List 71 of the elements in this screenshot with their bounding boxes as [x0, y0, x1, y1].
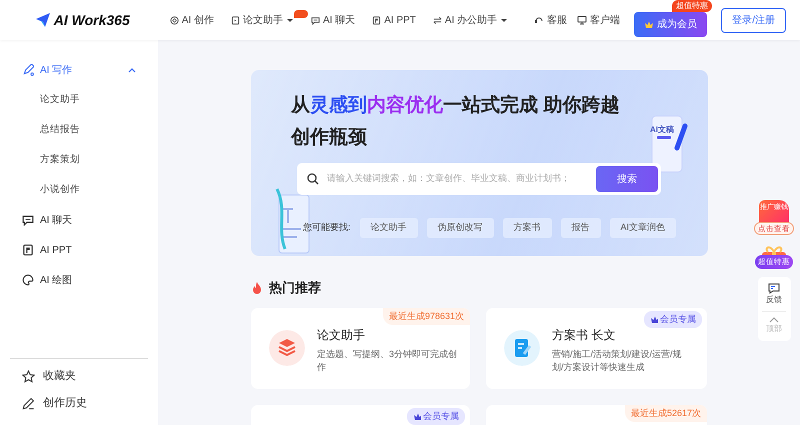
promo-badge: 超值特惠	[672, 0, 712, 12]
hot-badge-icon	[294, 10, 308, 18]
headset-icon	[534, 15, 544, 25]
crown-icon	[413, 412, 421, 420]
feature-card[interactable]: 方案书 长文 营销/施工/活动策划/建设/运营/规划/方案设计等快速生成 会员专属	[486, 308, 707, 388]
swap-icon	[432, 16, 442, 24]
suggestion-chip[interactable]: 报告	[560, 218, 601, 238]
search-button[interactable]: 搜索	[596, 166, 658, 192]
logo-icon	[35, 12, 51, 28]
feature-card[interactable]: 会员专属	[251, 404, 470, 425]
hero-title: 从灵感到内容优化一站式完成 助你跨越创作瓶颈	[291, 94, 620, 150]
section-title: 热门推荐	[269, 279, 321, 297]
crown-icon	[644, 20, 654, 30]
layers-icon	[269, 330, 305, 366]
pen-icon	[22, 64, 34, 76]
chat-icon	[310, 16, 320, 24]
nav-link[interactable]: AI PPT	[372, 12, 416, 28]
palette-icon	[22, 274, 34, 286]
service-link[interactable]: 客服	[534, 12, 568, 28]
sidebar-link[interactable]: 创作历史	[10, 390, 148, 417]
feedback-button[interactable]: 反馈	[766, 282, 782, 306]
presentation-icon	[372, 16, 382, 24]
card-description: 定选题、写提纲、3分钟即可完成创作	[317, 348, 457, 374]
search-icon	[307, 173, 319, 185]
usage-count-badge: 最近生成978631次	[382, 308, 470, 325]
presentation-icon	[22, 244, 34, 256]
member-badge: 会员专属	[644, 310, 702, 328]
sidebar-subitem[interactable]: 方案策划	[10, 145, 148, 175]
feedback-icon	[768, 282, 780, 294]
vip-button[interactable]: 成为会员	[634, 12, 708, 37]
suggestion-label: 您可能要找:	[303, 221, 351, 234]
nav-link[interactable]: AI 聊天	[310, 12, 356, 28]
login-button[interactable]: 登录/注册	[721, 8, 786, 32]
star-icon	[22, 370, 35, 383]
caret-icon	[286, 17, 294, 23]
sidebar-subitem[interactable]: 总结报告	[10, 115, 148, 145]
monitor-icon	[577, 15, 588, 25]
member-badge: 会员专属	[407, 408, 465, 425]
chevron-up-icon	[769, 316, 779, 322]
sidebar-item[interactable]: AI 绘图	[10, 265, 148, 295]
pencil-icon	[22, 397, 35, 410]
feature-card[interactable]: 论文助手 定选题、写提纲、3分钟即可完成创作 最近生成978631次	[251, 308, 470, 388]
card-title: 论文助手	[317, 326, 366, 344]
sidebar-subitem[interactable]: 小说创作	[10, 175, 148, 205]
logo-text[interactable]: AI Work365	[54, 10, 130, 30]
usage-count-badge: 最近生成52617次	[624, 404, 707, 422]
sparkle-icon	[170, 16, 179, 24]
client-link[interactable]: 客户端	[577, 12, 620, 28]
sidebar-item[interactable]: AI 写作	[10, 55, 148, 85]
sidebar-item[interactable]: AI PPT	[10, 235, 148, 265]
suggestion-chip[interactable]: 论文助手	[360, 218, 418, 238]
crown-icon	[650, 315, 658, 324]
card-title: 方案书 长文	[552, 326, 616, 344]
suggestion-chip[interactable]: AI文章润色	[610, 218, 676, 238]
suggestion-chip[interactable]: 伪原创改写	[426, 218, 494, 238]
sidebar-link[interactable]: 收藏夹	[10, 363, 148, 390]
nav-link[interactable]: AI 办公助手	[432, 12, 508, 28]
caret-icon	[500, 17, 508, 23]
card-description: 营销/施工/活动策划/建设/运营/规划/方案设计等快速生成	[552, 348, 683, 374]
sidebar-subitem[interactable]: 论文助手	[10, 85, 148, 115]
nav-link[interactable]: 论文助手	[230, 12, 294, 28]
suggestion-chip[interactable]: 方案书	[502, 218, 552, 238]
document-icon	[230, 16, 240, 24]
flame-icon	[251, 281, 263, 294]
chat-icon	[22, 214, 34, 226]
nav-link[interactable]: AI 创作	[170, 12, 214, 28]
notepad-icon	[504, 330, 540, 366]
sidebar-item[interactable]: AI 聊天	[10, 205, 148, 235]
illustration-label: AI文稿	[650, 124, 674, 136]
search-field[interactable]: 请输入关键词搜索，如：文章创作、毕业文稿、商业计划书； 搜索	[297, 163, 661, 195]
chevron-icon	[128, 66, 136, 74]
